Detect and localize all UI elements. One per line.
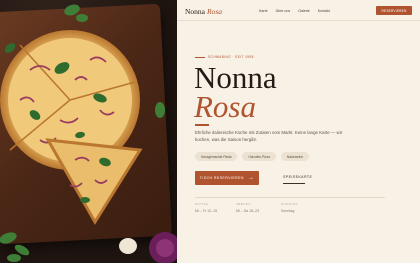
info-value: Mi – Fr 12–15 <box>195 209 218 213</box>
info-value: Sonntag <box>281 209 295 213</box>
info-mittag: MITTAG Mi – Fr 12–15 <box>195 202 217 213</box>
nav-karte[interactable]: Karte <box>259 9 268 13</box>
info-label: ABENDS <box>236 202 251 206</box>
nav-kontakt[interactable]: Kontakt <box>318 9 330 13</box>
hero-image <box>0 0 177 263</box>
tag-naturweine: Naturweine <box>280 152 310 161</box>
arrow-right-icon: → <box>247 175 255 181</box>
header-divider <box>177 20 420 21</box>
brand-logo[interactable]: Nonna Rosa <box>185 7 222 16</box>
title-divider <box>195 124 209 126</box>
info-ruhetag: RUHETAG Sonntag <box>281 202 298 213</box>
nav-ueber-uns[interactable]: Über uns <box>276 9 291 13</box>
hero-description: Ehrliche italienische Küche mit Zutaten … <box>195 130 343 142</box>
nav-galerie[interactable]: Galerie <box>298 9 310 13</box>
info-label: RUHETAG <box>281 202 299 206</box>
tag-pizza: Holzofen-Pizza <box>242 152 276 161</box>
hero-title-line2: Rosa <box>194 89 256 124</box>
feature-tags: Hausgemachte Pasta Holzofen-Pizza Naturw… <box>195 152 310 161</box>
brand-name: Nonna <box>185 7 205 16</box>
hero-eyebrow: SCHWABING · SEIT 1998 <box>195 55 254 59</box>
info-divider <box>195 197 385 198</box>
info-label: MITTAG <box>195 202 209 206</box>
reserve-table-label: TISCH RESERVIEREN <box>199 176 244 180</box>
pizza-illustration <box>0 4 177 263</box>
info-abends: ABENDS Mi – Sa 18–23 <box>236 202 259 213</box>
header-reserve-button[interactable]: RESERVIEREN <box>376 6 412 15</box>
eyebrow-line <box>195 56 205 58</box>
tag-pasta: Hausgemachte Pasta <box>195 152 238 161</box>
reserve-table-button[interactable]: TISCH RESERVIEREN → <box>195 171 259 185</box>
info-value: Mi – Sa 18–23 <box>236 209 260 213</box>
menu-link-underline <box>283 183 305 184</box>
menu-link[interactable]: SPEISEKARTE <box>283 175 312 179</box>
main-nav: Karte Über uns Galerie Kontakt <box>259 9 330 13</box>
eyebrow-text: SCHWABING · SEIT 1998 <box>208 55 254 59</box>
content-panel: Nonna Rosa Karte Über uns Galerie Kontakt… <box>177 0 420 263</box>
brand-accent: Rosa <box>207 7 222 16</box>
